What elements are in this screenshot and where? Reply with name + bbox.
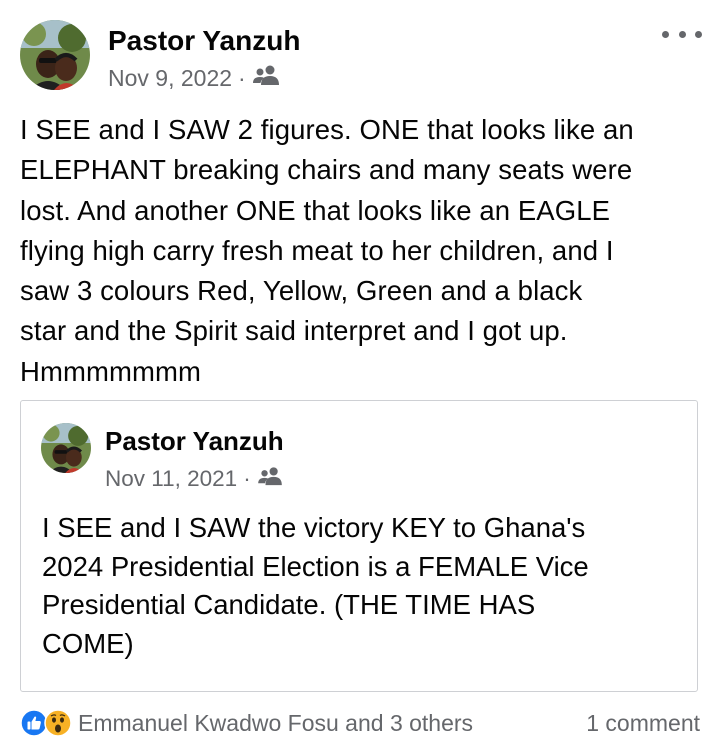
author-name[interactable]: Pastor Yanzuh xyxy=(108,24,300,58)
shared-post-card[interactable]: Pastor Yanzuh Nov 11, 2021 · I SEE and I… xyxy=(20,400,698,692)
facebook-post: Pastor Yanzuh Nov 9, 2022 · I SEE and I … xyxy=(0,0,720,752)
avatar[interactable] xyxy=(20,20,90,90)
dot-icon xyxy=(695,30,702,38)
more-options-button[interactable] xyxy=(662,22,702,46)
shared-post-header: Pastor Yanzuh Nov 11, 2021 · xyxy=(41,423,284,493)
reactions-summary[interactable]: Emmanuel Kwadwo Fosu and 3 others xyxy=(20,709,473,737)
meta-separator: · xyxy=(238,65,246,91)
post-date[interactable]: Nov 9, 2022 xyxy=(108,64,232,92)
post-text: I SEE and I SAW 2 figures. ONE that look… xyxy=(20,114,634,387)
reaction-icons xyxy=(20,709,72,737)
post-header: Pastor Yanzuh Nov 9, 2022 · xyxy=(20,20,300,92)
shared-author-name[interactable]: Pastor Yanzuh xyxy=(105,425,284,457)
friends-icon[interactable] xyxy=(257,465,283,493)
post-footer: Emmanuel Kwadwo Fosu and 3 others 1 comm… xyxy=(20,706,700,740)
reactors-text[interactable]: Emmanuel Kwadwo Fosu and 3 others xyxy=(78,710,473,737)
dot-icon xyxy=(678,30,686,38)
shared-post-text: I SEE and I SAW the victory KEY to Ghana… xyxy=(42,512,589,659)
meta-separator: · xyxy=(243,466,251,491)
shared-post-meta: Nov 11, 2021 · xyxy=(105,465,284,493)
post-meta: Nov 9, 2022 · xyxy=(108,64,300,92)
author-block: Pastor Yanzuh Nov 9, 2022 · xyxy=(108,24,300,92)
shared-post-date[interactable]: Nov 11, 2021 xyxy=(105,465,237,493)
friends-icon[interactable] xyxy=(252,64,280,92)
wow-icon xyxy=(44,709,72,737)
shared-author-block: Pastor Yanzuh Nov 11, 2021 · xyxy=(105,425,284,493)
dot-icon xyxy=(662,30,669,38)
shared-avatar[interactable] xyxy=(41,423,91,473)
comments-count-link[interactable]: 1 comment xyxy=(586,710,700,737)
